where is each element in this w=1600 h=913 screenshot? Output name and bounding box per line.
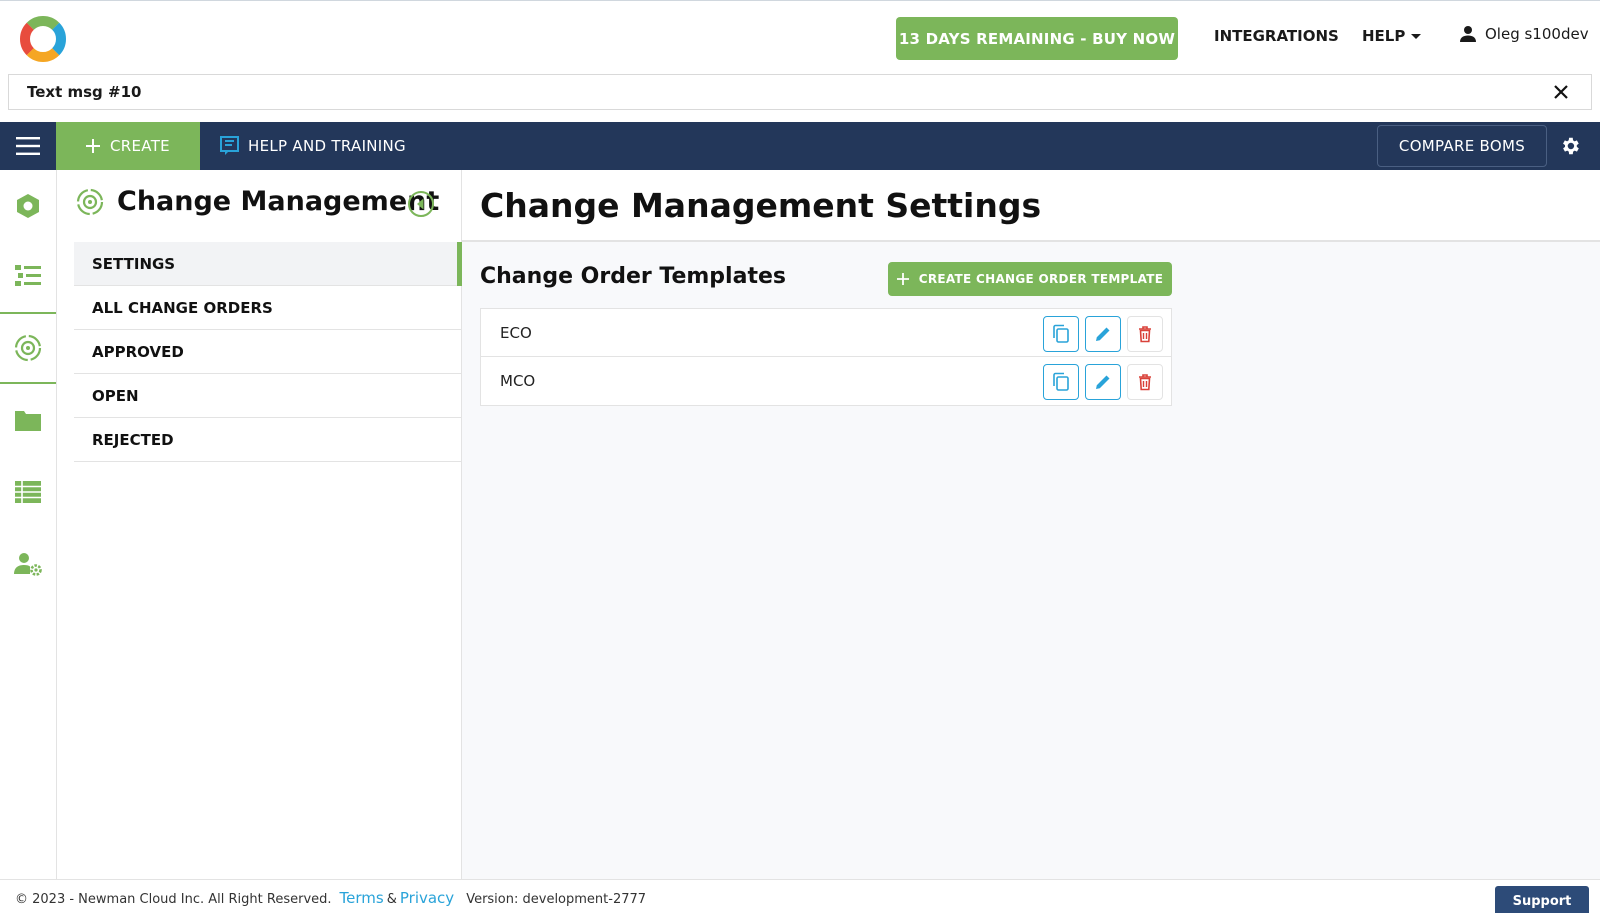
buy-now-button[interactable]: 13 DAYS REMAINING - BUY NOW (896, 17, 1178, 60)
template-name: ECO (500, 324, 532, 342)
create-change-order-template-button[interactable]: CREATE CHANGE ORDER TEMPLATE (888, 262, 1172, 296)
hamburger-menu-icon[interactable] (16, 136, 40, 156)
page-title: Change Management Settings (480, 186, 1042, 225)
app-logo-icon[interactable] (18, 14, 68, 64)
rail-lists[interactable] (0, 458, 56, 526)
products-icon (15, 265, 41, 286)
section-menu: SETTINGS ALL CHANGE ORDERS APPROVED OPEN… (74, 242, 462, 462)
template-name: MCO (500, 372, 536, 390)
rail-components[interactable] (0, 172, 56, 240)
menu-item-open[interactable]: OPEN (74, 374, 462, 418)
section-title: Change Management (117, 186, 440, 217)
change-management-icon (76, 188, 104, 215)
create-button[interactable]: CREATE (56, 122, 200, 170)
top-header: 13 DAYS REMAINING - BUY NOW INTEGRATIONS… (0, 0, 1600, 74)
version-text: Version: development-2777 (466, 892, 647, 907)
privacy-link[interactable]: Privacy (400, 889, 454, 907)
trash-icon (1139, 326, 1151, 343)
help-book-icon (220, 136, 239, 155)
templates-heading: Change Order Templates (480, 264, 786, 289)
user-name: Oleg s100dev (1485, 25, 1589, 43)
rail-user-settings[interactable] (0, 530, 56, 598)
user-settings-icon (14, 553, 42, 576)
copy-icon (1053, 324, 1069, 343)
help-label: HELP (1362, 27, 1406, 45)
menu-item-all-change-orders[interactable]: ALL CHANGE ORDERS (74, 286, 462, 330)
collapse-sidebar-icon[interactable] (407, 190, 435, 218)
table-row: ECO (481, 309, 1171, 357)
main-header: Change Management Settings (462, 170, 1600, 242)
duplicate-button[interactable] (1043, 364, 1079, 400)
delete-button[interactable] (1127, 364, 1163, 400)
user-menu[interactable]: Oleg s100dev (1459, 25, 1589, 43)
footer-text: © 2023 - Newman Cloud Inc. All Right Res… (15, 889, 646, 907)
rail-documents[interactable] (0, 386, 56, 454)
menu-item-rejected[interactable]: REJECTED (74, 418, 462, 462)
gear-icon[interactable] (1559, 135, 1581, 157)
support-button[interactable]: Support (1495, 886, 1589, 913)
create-label: CREATE (110, 137, 170, 155)
help-and-training-button[interactable]: HELP AND TRAINING (220, 122, 406, 170)
row-actions (1043, 316, 1163, 352)
close-icon[interactable] (1551, 82, 1571, 102)
icon-rail (0, 170, 57, 879)
components-icon (17, 194, 39, 218)
pencil-icon (1096, 375, 1110, 389)
integrations-link[interactable]: INTEGRATIONS (1214, 27, 1339, 45)
main-navbar: CREATE HELP AND TRAINING COMPARE BOMS (0, 122, 1600, 170)
duplicate-button[interactable] (1043, 316, 1079, 352)
section-sidebar: Change Management SETTINGS ALL CHANGE OR… (57, 170, 462, 879)
trash-icon (1139, 374, 1151, 391)
list-table-icon (15, 481, 41, 503)
chevron-down-icon (1411, 33, 1422, 39)
delete-button[interactable] (1127, 316, 1163, 352)
templates-table: ECO MCO (480, 308, 1172, 406)
folder-icon (15, 411, 41, 431)
table-row: MCO (481, 357, 1171, 405)
plus-icon (896, 273, 909, 285)
pencil-icon (1096, 327, 1110, 341)
menu-item-settings[interactable]: SETTINGS (74, 242, 462, 286)
copy-icon (1053, 372, 1069, 391)
ampersand-text: & (386, 892, 397, 907)
footer: © 2023 - Newman Cloud Inc. All Right Res… (0, 879, 1600, 913)
section-header: Change Management (75, 186, 439, 217)
edit-button[interactable] (1085, 364, 1121, 400)
row-actions (1043, 364, 1163, 400)
help-training-label: HELP AND TRAINING (248, 137, 406, 155)
terms-link[interactable]: Terms (340, 889, 384, 907)
plus-icon (86, 139, 101, 153)
main-content: Change Management Settings Change Order … (462, 170, 1600, 879)
rail-change-management[interactable] (0, 312, 56, 384)
edit-button[interactable] (1085, 316, 1121, 352)
create-template-label: CREATE CHANGE ORDER TEMPLATE (918, 272, 1164, 286)
change-management-icon (14, 334, 42, 362)
user-icon (1460, 26, 1476, 42)
help-menu[interactable]: HELP (1362, 27, 1422, 45)
message-text: Text msg #10 (27, 83, 142, 101)
copyright-text: © 2023 - Newman Cloud Inc. All Right Res… (15, 892, 332, 907)
menu-item-approved[interactable]: APPROVED (74, 330, 462, 374)
message-bar: Text msg #10 (8, 74, 1592, 110)
rail-products[interactable] (0, 242, 56, 310)
compare-boms-button[interactable]: COMPARE BOMS (1377, 125, 1547, 167)
